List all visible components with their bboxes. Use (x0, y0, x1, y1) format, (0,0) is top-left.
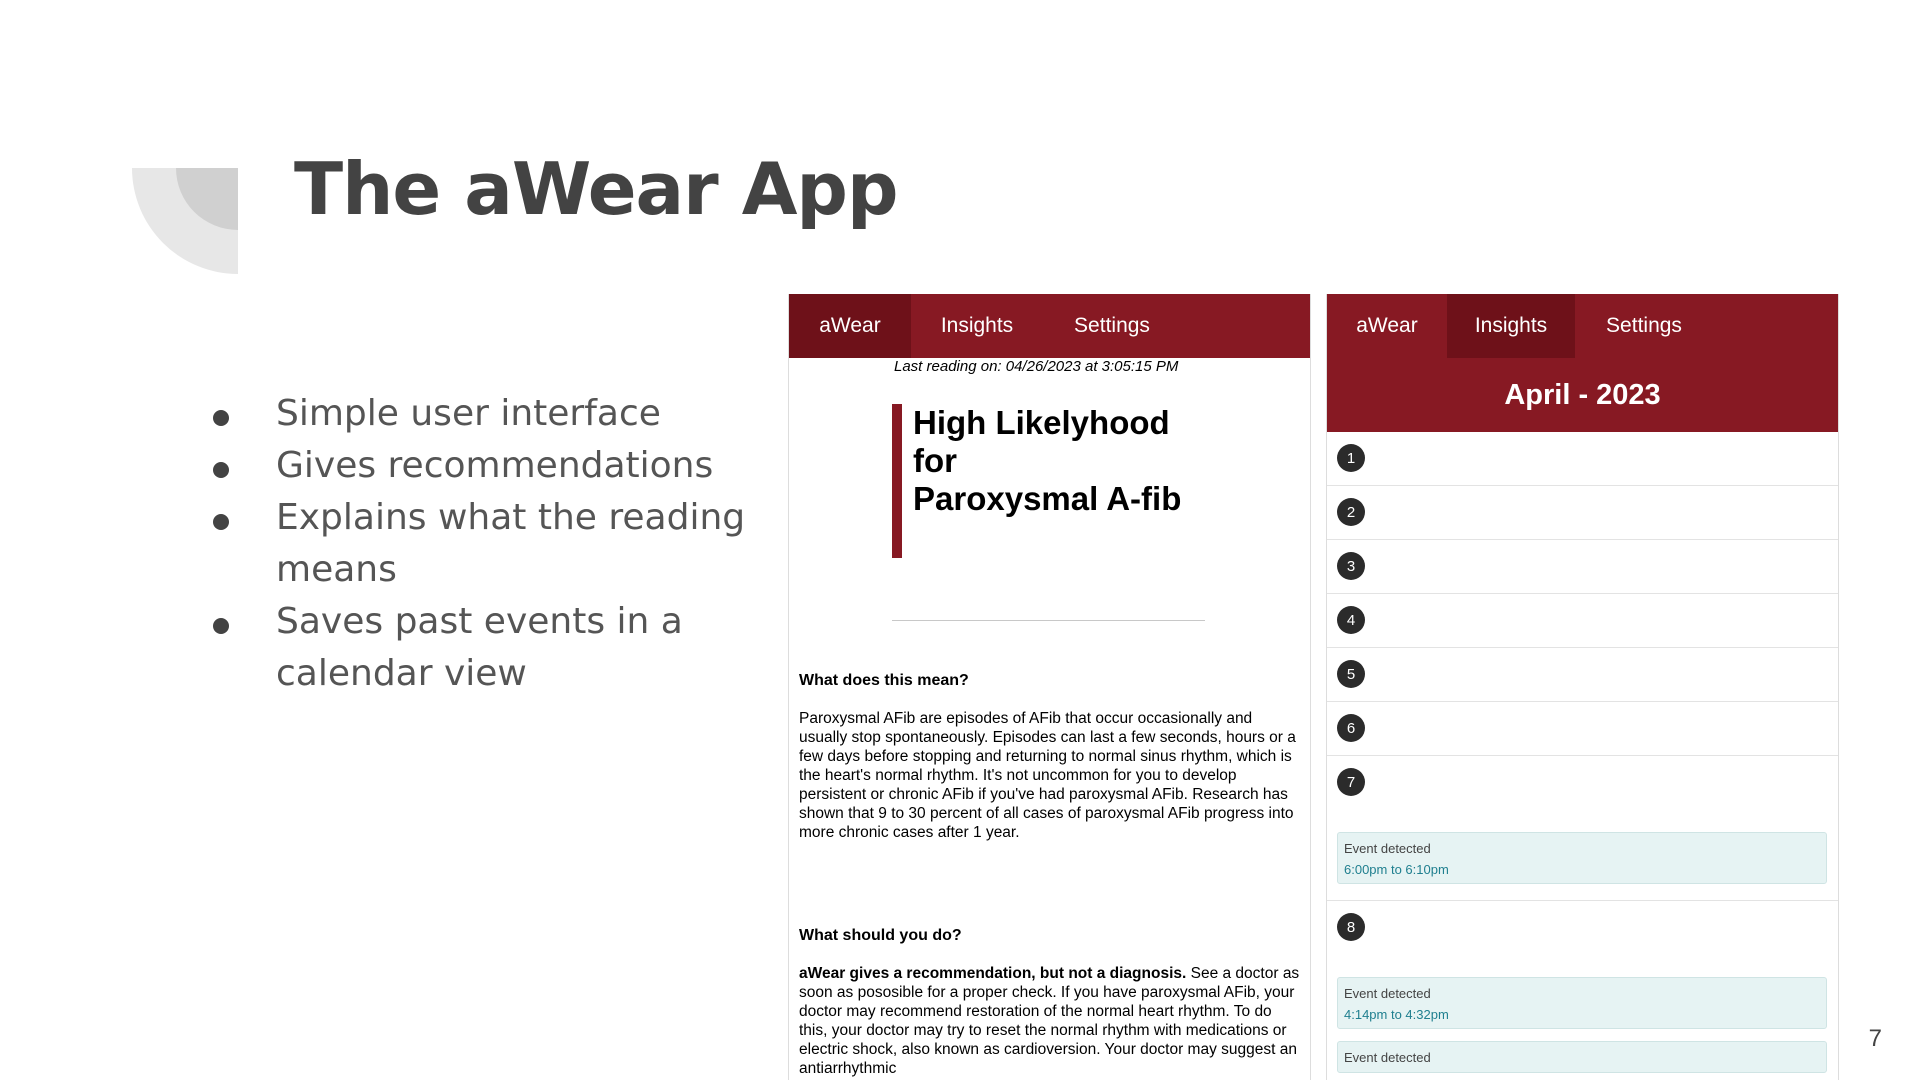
result-screen: aWear Insights Settings Last reading on:… (788, 294, 1311, 1080)
calendar-day[interactable]: 1 (1327, 432, 1838, 486)
tab-awear[interactable]: aWear (1327, 294, 1447, 358)
event-label: Event detected (1344, 841, 1431, 856)
feature-item: Explains what the reading means (205, 492, 765, 596)
page-number: 7 (1868, 1025, 1882, 1052)
todo-text: aWear gives a recommendation, but not a … (799, 965, 1300, 1077)
bullet-icon (213, 462, 229, 478)
tab-settings[interactable]: Settings (1043, 294, 1181, 358)
corner-decoration (132, 168, 238, 274)
event-time: 4:14pm to 4:32pm (1344, 1007, 1449, 1022)
calendar-day[interactable]: 4 (1327, 594, 1838, 648)
calendar-day[interactable]: 7 Event detected 6:00pm to 6:10pm (1327, 756, 1838, 901)
day-number: 1 (1337, 444, 1365, 472)
tab-insights[interactable]: Insights (911, 294, 1043, 358)
event-time: 6:00pm to 6:10pm (1344, 862, 1449, 877)
tab-awear[interactable]: aWear (789, 294, 911, 358)
feature-list: Simple user interface Gives recommendati… (205, 388, 765, 700)
event-card[interactable]: Event detected 4:14pm to 4:32pm (1337, 977, 1827, 1029)
top-nav: aWear Insights Settings (789, 294, 1310, 358)
event-card[interactable]: Event detected 6:00pm to 6:10pm (1337, 832, 1827, 884)
calendar-day[interactable]: 3 (1327, 540, 1838, 594)
day-number: 4 (1337, 606, 1365, 634)
feature-item: Saves past events in a calendar view (205, 596, 765, 700)
event-card[interactable]: Event detected (1337, 1041, 1827, 1073)
slide-title: The aWear App (294, 147, 898, 231)
tab-insights[interactable]: Insights (1447, 294, 1575, 358)
bullet-icon (213, 514, 229, 530)
feature-item: Simple user interface (205, 388, 765, 440)
calendar-day[interactable]: 8 Event detected 4:14pm to 4:32pm Event … (1327, 901, 1838, 1073)
day-number: 8 (1337, 913, 1365, 941)
day-number: 5 (1337, 660, 1365, 688)
last-reading-timestamp: Last reading on: 04/26/2023 at 3:05:15 P… (894, 358, 1179, 375)
day-number: 6 (1337, 714, 1365, 742)
todo-heading: What should you do? (799, 927, 962, 944)
result-title: High Likelyhood for Paroxysmal A-fib (913, 404, 1182, 517)
bullet-icon (213, 618, 229, 634)
feature-item: Gives recommendations (205, 440, 765, 492)
divider (892, 620, 1205, 621)
meaning-heading: What does this mean? (799, 672, 969, 689)
calendar-screen: aWear Insights Settings April - 2023 1 2… (1326, 294, 1839, 1080)
day-number: 7 (1337, 768, 1365, 796)
meaning-text: Paroxysmal AFib are episodes of AFib tha… (799, 710, 1296, 841)
tab-settings[interactable]: Settings (1575, 294, 1713, 358)
calendar-day[interactable]: 2 (1327, 486, 1838, 540)
event-label: Event detected (1344, 986, 1431, 1001)
calendar-day[interactable]: 6 (1327, 702, 1838, 756)
calendar-day[interactable]: 5 (1327, 648, 1838, 702)
day-number: 2 (1337, 498, 1365, 526)
day-number: 3 (1337, 552, 1365, 580)
event-label: Event detected (1344, 1050, 1431, 1065)
month-title: April - 2023 (1327, 358, 1838, 432)
bullet-icon (213, 410, 229, 426)
top-nav: aWear Insights Settings (1327, 294, 1838, 358)
result-accent-bar (892, 404, 902, 558)
